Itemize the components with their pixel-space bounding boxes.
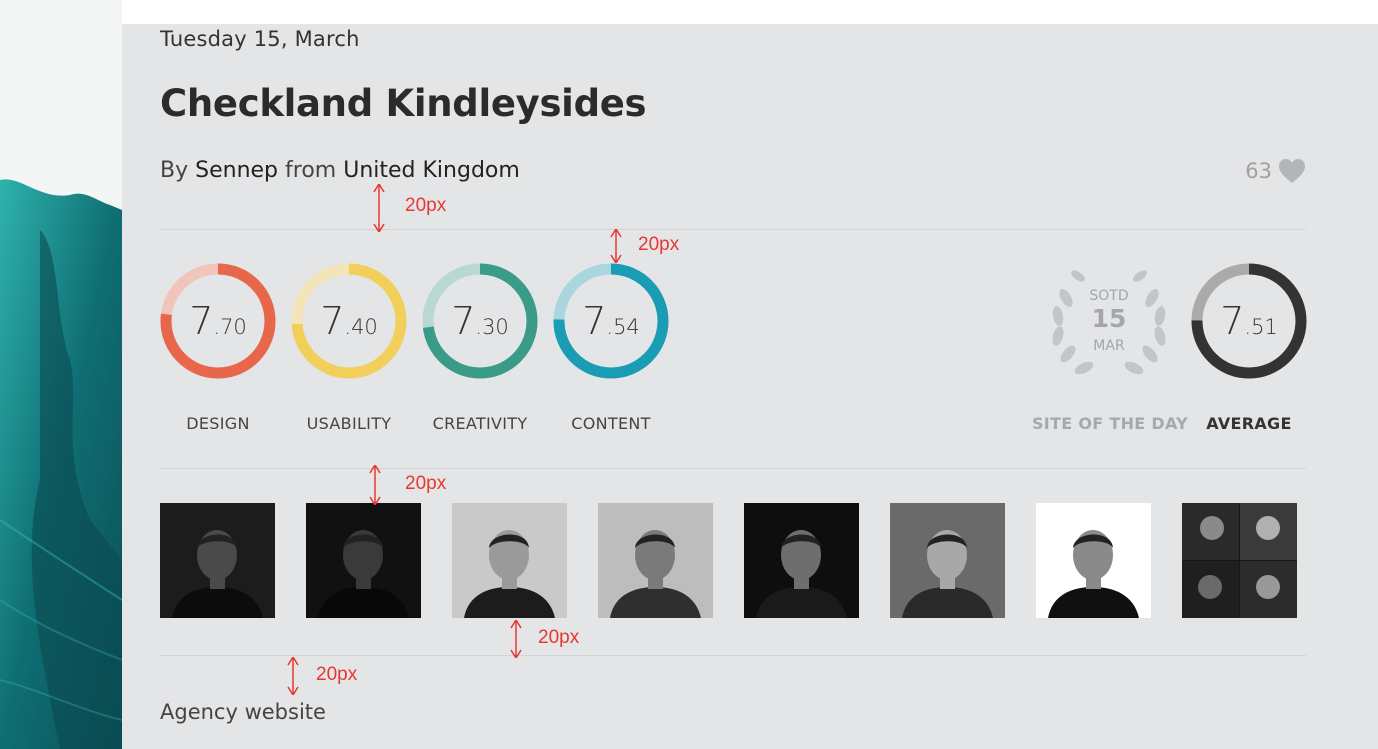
score-value: 7.54 [582,299,640,343]
jury-avatar[interactable] [890,503,1005,618]
spacing-annotation: 20px [405,473,447,494]
score-value: 7.40 [320,299,378,343]
jury-avatar[interactable] [306,503,421,618]
sotd-badge[interactable]: SOTD 15 MAR [1044,258,1174,388]
from-prefix: from [285,158,337,183]
author-link[interactable]: Sennep [195,158,278,183]
site-title: Checkland Kindleysides [160,82,647,125]
category-label: Agency website [160,700,326,724]
spacing-arrow-icon [510,620,522,658]
heart-icon [1279,159,1305,183]
jury-avatar[interactable] [160,503,275,618]
score-creativity: 7.30 [422,263,538,379]
label-usability: USABILITY [306,414,392,433]
label-design: DESIGN [186,414,250,433]
label-content: CONTENT [571,414,651,433]
score-content: 7.54 [553,263,669,379]
divider-middle [160,468,1306,469]
sotd-day: 15 [1091,304,1127,333]
label-average: AVERAGE [1206,414,1292,433]
spacing-annotation: 20px [405,195,447,216]
spacing-arrow-icon [287,657,299,695]
country-link[interactable]: United Kingdom [343,158,520,183]
label-sotd: SITE OF THE DAY [1031,414,1188,433]
jury-avatar[interactable] [1182,503,1297,618]
spacing-annotation: 20px [638,234,680,255]
spacing-arrow-icon [373,184,385,232]
sotd-line1: SOTD [1089,288,1129,304]
likes-button[interactable]: 63 [1245,158,1306,184]
jury-avatar[interactable] [598,503,713,618]
score-average: 7.51 [1191,263,1307,379]
score-value: 7.30 [451,299,509,343]
by-prefix: By [160,158,189,183]
spacing-arrow-icon [369,465,381,505]
divider-bottom [160,655,1306,656]
date-label: Tuesday 15, March [160,27,360,51]
spacing-annotation: 20px [538,627,580,648]
jury-avatar[interactable] [1036,503,1151,618]
score-usability: 7.40 [291,263,407,379]
label-creativity: CREATIVITY [432,414,528,433]
divider-top [160,229,1306,230]
spacing-arrow-icon [610,229,622,263]
top-strip [122,0,1378,24]
score-value: 7.51 [1220,299,1278,343]
jury-avatar[interactable] [452,503,567,618]
score-value: 7.70 [189,299,247,343]
sotd-month: MAR [1093,338,1125,354]
byline: By Sennep from United Kingdom [160,158,520,183]
hero-artwork [0,0,122,749]
jury-avatar[interactable] [744,503,859,618]
score-design: 7.70 [160,263,276,379]
likes-count: 63 [1245,159,1272,183]
spacing-annotation: 20px [316,664,358,685]
